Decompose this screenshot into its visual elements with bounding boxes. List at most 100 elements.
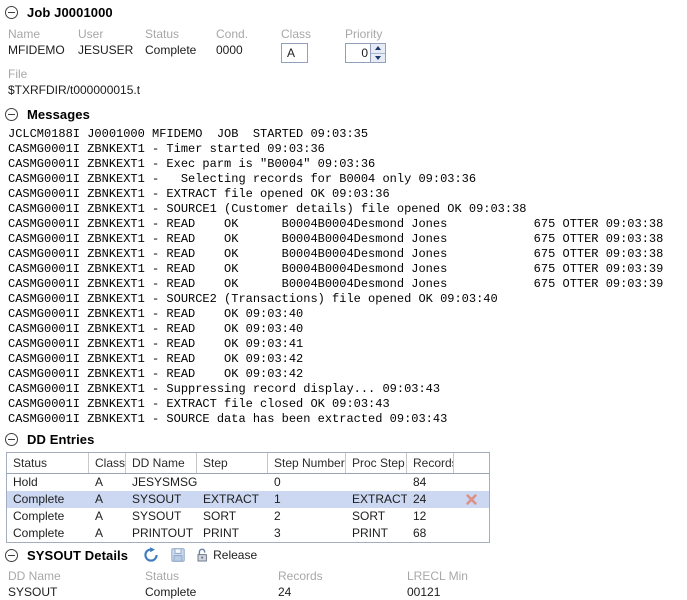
file-field: File $TXRFDIR/t000000015.t: [8, 67, 687, 98]
sysout-lrecl-min-value: 00121: [407, 585, 441, 599]
cell-dd-name: PRINTOUT: [132, 526, 194, 540]
save-button[interactable]: [171, 548, 185, 562]
cell-actions: [454, 474, 489, 491]
column-header-actions: [454, 453, 489, 473]
cond-value: 0000: [216, 43, 243, 57]
sysout-fields: DD Name SYSOUT Status Complete Records 2…: [8, 569, 687, 600]
sysout-details-section: SYSOUT Details Release DD Name SYSOUT St…: [0, 547, 687, 600]
collapse-job-icon[interactable]: [5, 6, 18, 19]
log-line: CASMG0001I ZBNKEXT1 - READ OK B0004B0004…: [8, 217, 664, 231]
dd-entries-section: DD Entries Status Class DD Name Step Ste…: [0, 432, 687, 543]
cond-label: Cond.: [216, 27, 249, 41]
sysout-details-title: SYSOUT Details: [27, 547, 129, 563]
log-line: CASMG0001I ZBNKEXT1 - READ OK 09:03:40: [8, 307, 304, 321]
messages-title: Messages: [27, 107, 90, 122]
cell-step-number: 0: [274, 475, 281, 489]
collapse-messages-icon[interactable]: [5, 108, 18, 121]
priority-input[interactable]: [346, 44, 370, 62]
log-line: CASMG0001I ZBNKEXT1 - Exec parm is "B000…: [8, 157, 376, 171]
job-title: Job J0001000: [27, 5, 113, 20]
cell-step: SORT: [203, 509, 237, 523]
user-label: User: [78, 27, 104, 41]
log-line: CASMG0001I ZBNKEXT1 - READ OK 09:03:41: [8, 337, 304, 351]
column-header-step-number[interactable]: Step Number: [268, 453, 346, 473]
cell-status: Complete: [13, 509, 65, 523]
sysout-status-label: Status: [145, 569, 180, 583]
cell-status: Hold: [13, 475, 38, 489]
log-line: CASMG0001I ZBNKEXT1 - Suppressing record…: [8, 382, 441, 396]
cell-step-number: 1: [274, 492, 281, 506]
log-line: CASMG0001I ZBNKEXT1 - READ OK 09:03:42: [8, 367, 304, 381]
release-button[interactable]: Release: [197, 548, 257, 562]
cell-status: Complete: [13, 492, 65, 506]
cell-step-number: 2: [274, 509, 281, 523]
table-body: Hold A JESYSMSG 0 84 Complete A SYSOUT E…: [7, 474, 489, 542]
cell-actions: [454, 508, 489, 525]
log-line: CASMG0001I ZBNKEXT1 - READ OK B0004B0004…: [8, 232, 664, 246]
messages-section: Messages JCLCM0188I J0001000 MFIDEMO JOB…: [0, 107, 687, 427]
log-line: CASMG0001I ZBNKEXT1 - SOURCE2 (Transacti…: [8, 292, 498, 306]
cell-class: A: [95, 475, 104, 489]
log-line: CASMG0001I ZBNKEXT1 - EXTRACT file opene…: [8, 187, 390, 201]
column-header-status[interactable]: Status: [7, 453, 89, 473]
cell-proc-step: [346, 474, 407, 491]
cell-proc-step: SORT: [352, 509, 386, 523]
column-header-proc-step[interactable]: Proc Step: [346, 453, 407, 473]
refresh-icon: [144, 547, 158, 562]
cell-step-number: 3: [274, 526, 281, 540]
table-row-selected[interactable]: Complete A SYSOUT EXTRACT 1 EXTRACT 24: [7, 491, 489, 508]
table-row[interactable]: Complete A SYSOUT SORT 2 SORT 12: [7, 508, 489, 525]
cell-status: Complete: [13, 526, 65, 540]
cell-step: PRINT: [203, 526, 239, 540]
messages-log: JCLCM0188I J0001000 MFIDEMO JOB STARTED …: [8, 127, 687, 427]
delete-x-icon[interactable]: [465, 493, 478, 506]
cell-proc-step: EXTRACT: [352, 492, 407, 506]
cell-dd-name: SYSOUT: [132, 509, 182, 523]
log-line: CASMG0001I ZBNKEXT1 - READ OK B0004B0004…: [8, 262, 664, 276]
log-line: CASMG0001I ZBNKEXT1 - READ OK B0004B0004…: [8, 277, 664, 291]
table-row[interactable]: Hold A JESYSMSG 0 84: [7, 474, 489, 491]
priority-label: Priority: [345, 27, 383, 41]
cell-class: A: [95, 509, 104, 523]
up-triangle-icon: [375, 46, 381, 51]
down-triangle-icon: [375, 55, 381, 60]
collapse-sysout-icon[interactable]: [5, 548, 18, 562]
log-line: CASMG0001I ZBNKEXT1 - READ OK 09:03:42: [8, 352, 304, 366]
release-label: Release: [213, 548, 258, 562]
refresh-button[interactable]: [143, 547, 159, 563]
file-label: File: [8, 67, 28, 81]
sysout-lrecl-min-label: LRECL Min: [407, 569, 468, 583]
cell-records: 24: [413, 492, 427, 506]
column-header-records[interactable]: Records: [407, 453, 454, 473]
open-padlock-icon: [197, 548, 208, 562]
priority-up-button[interactable]: [371, 44, 385, 53]
cell-actions: [454, 525, 489, 542]
log-line: CASMG0001I ZBNKEXT1 - EXTRACT file close…: [8, 397, 390, 411]
log-line: CASMG0001I ZBNKEXT1 - READ OK 09:03:40: [8, 322, 304, 336]
dd-entries-table: Status Class DD Name Step Step Number Pr…: [6, 452, 490, 543]
class-label: Class: [281, 27, 312, 41]
column-header-dd-name[interactable]: DD Name: [126, 453, 197, 473]
name-label: Name: [8, 27, 41, 41]
cell-records: 68: [413, 526, 427, 540]
collapse-dd-entries-icon[interactable]: [5, 433, 18, 446]
priority-down-button[interactable]: [371, 52, 385, 62]
column-header-step[interactable]: Step: [197, 453, 268, 473]
save-floppy-icon: [171, 548, 185, 562]
cell-step: [197, 474, 268, 491]
cell-class: A: [95, 526, 104, 540]
class-input[interactable]: [281, 43, 308, 63]
column-header-class[interactable]: Class: [89, 453, 126, 473]
priority-stepper[interactable]: [345, 43, 386, 63]
log-line: CASMG0001I ZBNKEXT1 - SOURCE data has be…: [8, 412, 448, 426]
job-section: Job J0001000 Name MFIDEMO User JESUSER S…: [0, 0, 687, 98]
file-value: $TXRFDIR/t000000015.t: [8, 83, 141, 97]
table-header-row: Status Class DD Name Step Step Number Pr…: [7, 453, 489, 474]
sysout-status-value: Complete: [145, 585, 197, 599]
table-row[interactable]: Complete A PRINTOUT PRINT 3 PRINT 68: [7, 525, 489, 542]
status-value: Complete: [145, 43, 197, 57]
log-line: CASMG0001I ZBNKEXT1 - Selecting records …: [8, 172, 477, 186]
log-line: CASMG0001I ZBNKEXT1 - SOURCE1 (Customer …: [8, 202, 527, 216]
cell-actions: [454, 491, 489, 508]
sysout-toolbar: Release: [143, 547, 269, 563]
